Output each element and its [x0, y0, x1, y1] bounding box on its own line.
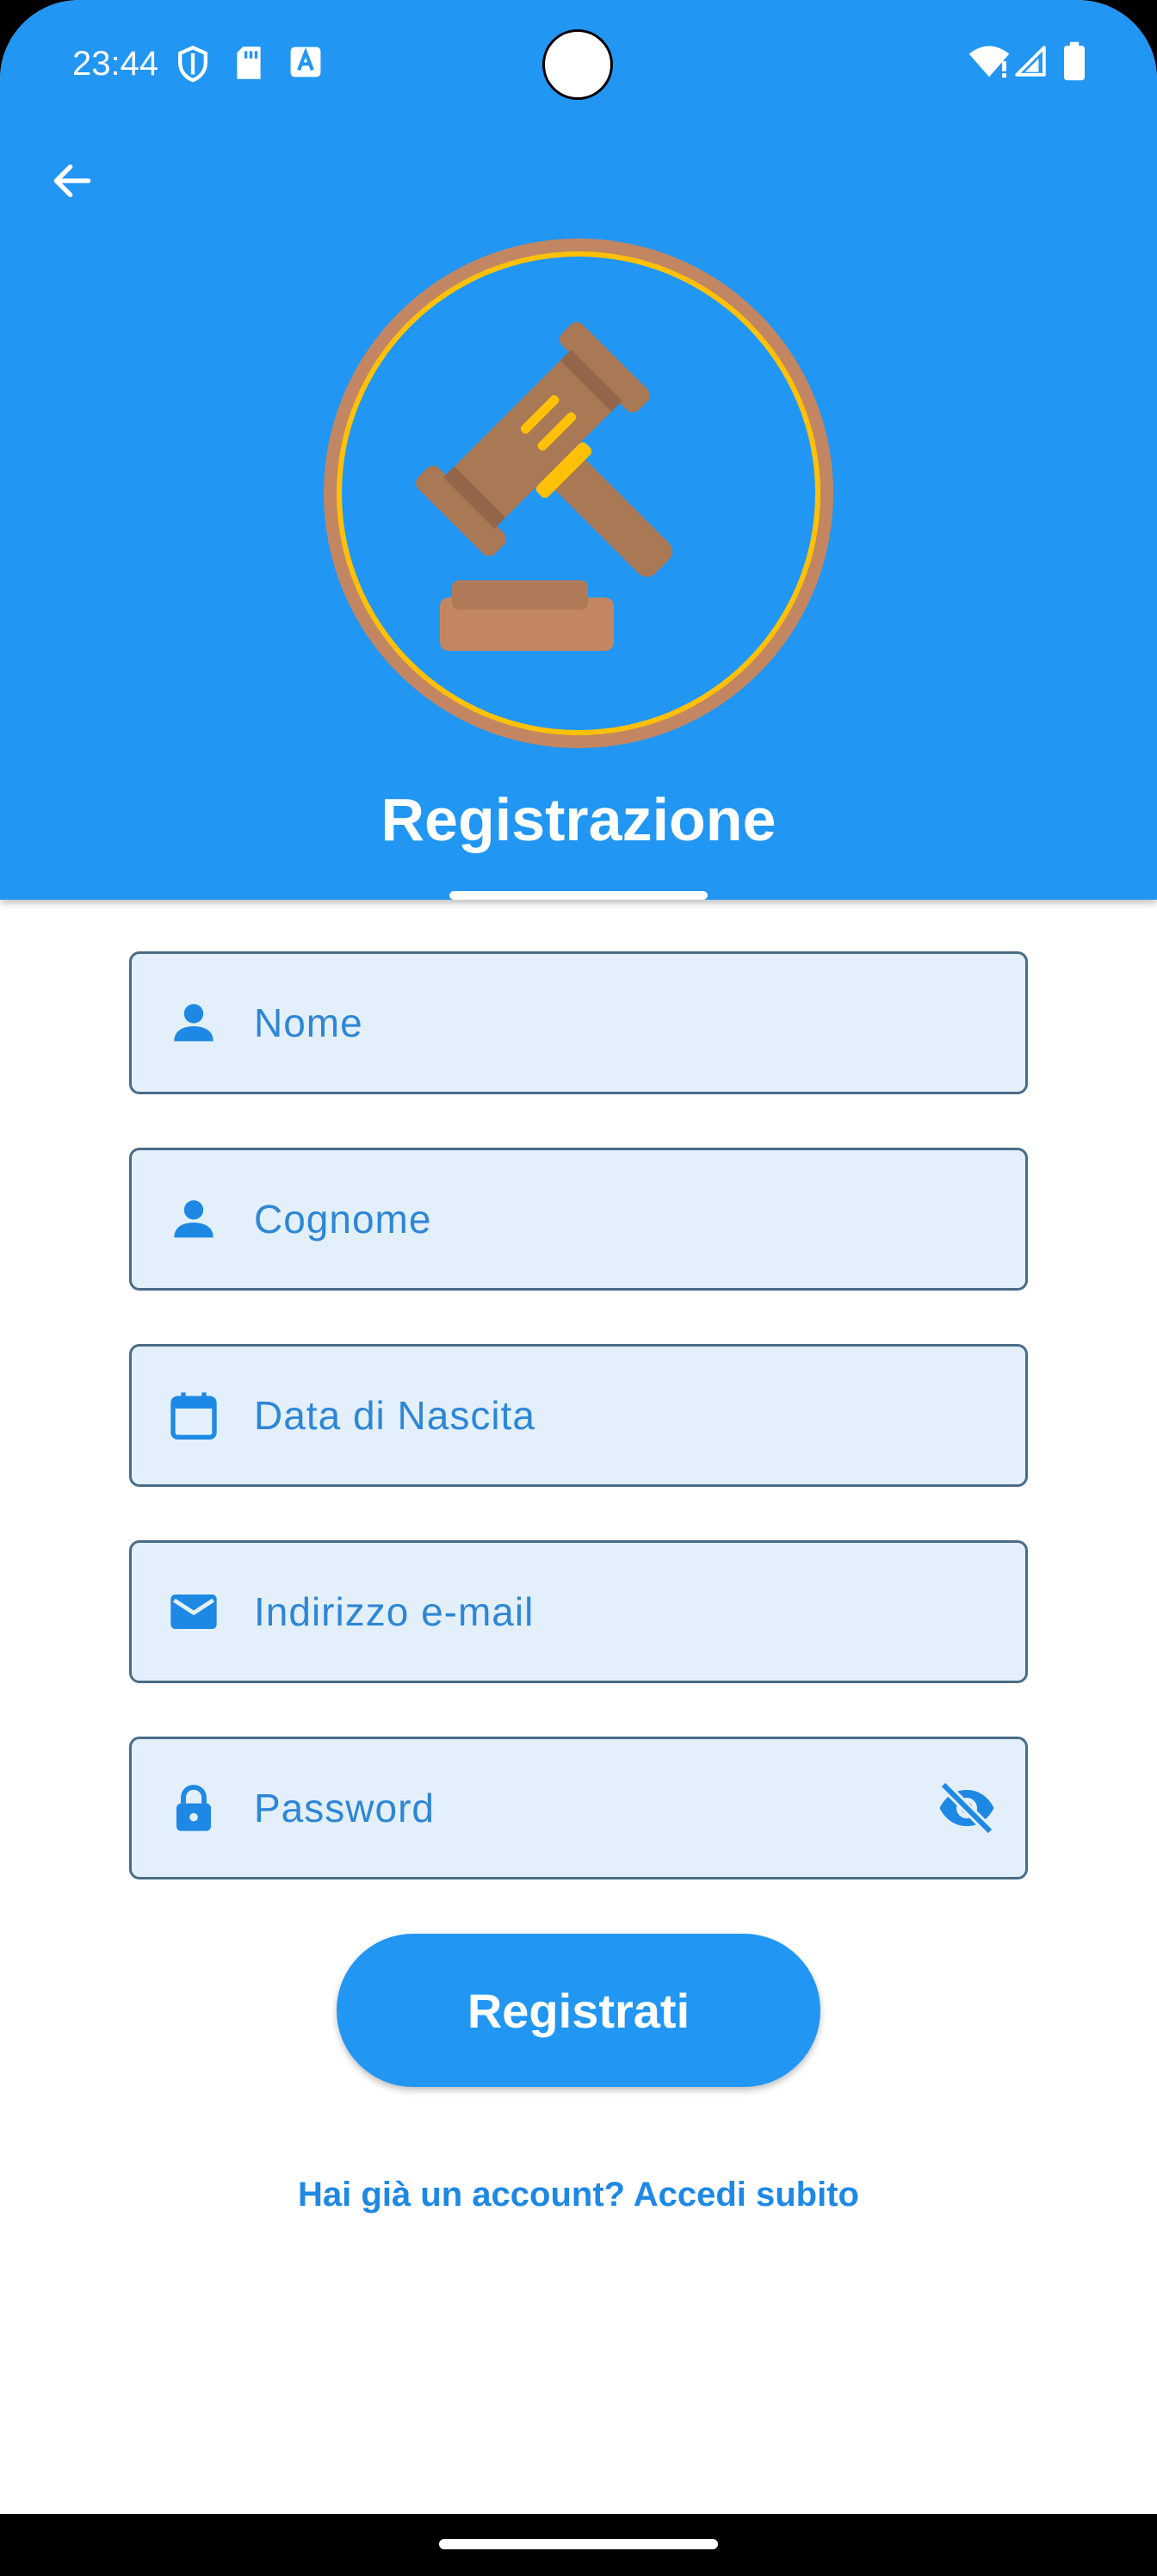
app-screen: 23:44 Registrazione Nome Cognome Data di… [0, 0, 1157, 2576]
email-field[interactable] [129, 1540, 1028, 1683]
shield-icon [176, 45, 210, 89]
mail-icon [170, 1595, 217, 1629]
home-indicator[interactable] [439, 2539, 718, 2549]
person-icon [174, 1200, 213, 1238]
battery-icon [1064, 41, 1085, 85]
nome-input[interactable] [254, 954, 943, 1092]
cognome-field[interactable] [129, 1148, 1028, 1291]
arrow-back-icon [53, 164, 91, 198]
header: 23:44 Registrazione [0, 0, 1157, 900]
person-icon [174, 1004, 213, 1042]
email-input[interactable] [254, 1543, 943, 1681]
status-bar: 23:44 [0, 0, 1157, 129]
password-visibility-toggle[interactable] [934, 1775, 999, 1841]
birthdate-field[interactable] [129, 1344, 1028, 1487]
birthdate-input[interactable] [254, 1347, 943, 1484]
lock-icon [176, 1785, 211, 1831]
gavel-icon [324, 238, 833, 748]
title-underline [449, 891, 708, 900]
logo [318, 232, 839, 754]
visibility-off-icon [939, 1780, 994, 1836]
signal-icon [1014, 43, 1047, 84]
status-time: 23:44 [72, 45, 159, 83]
back-button[interactable] [38, 146, 107, 215]
password-field[interactable] [129, 1737, 1028, 1879]
sd-card-icon [234, 45, 263, 85]
wifi-icon [968, 43, 1011, 84]
register-button[interactable]: Registrati [337, 1934, 820, 2087]
front-camera [542, 29, 613, 100]
password-input[interactable] [254, 1739, 874, 1877]
page-title: Registrazione [381, 786, 776, 853]
calendar-icon [170, 1392, 217, 1440]
nome-field[interactable] [129, 951, 1028, 1094]
text-a-icon [289, 45, 322, 84]
login-link[interactable]: Hai già un account? Accedi subito [0, 2176, 1157, 2214]
cognome-input[interactable] [254, 1150, 943, 1288]
